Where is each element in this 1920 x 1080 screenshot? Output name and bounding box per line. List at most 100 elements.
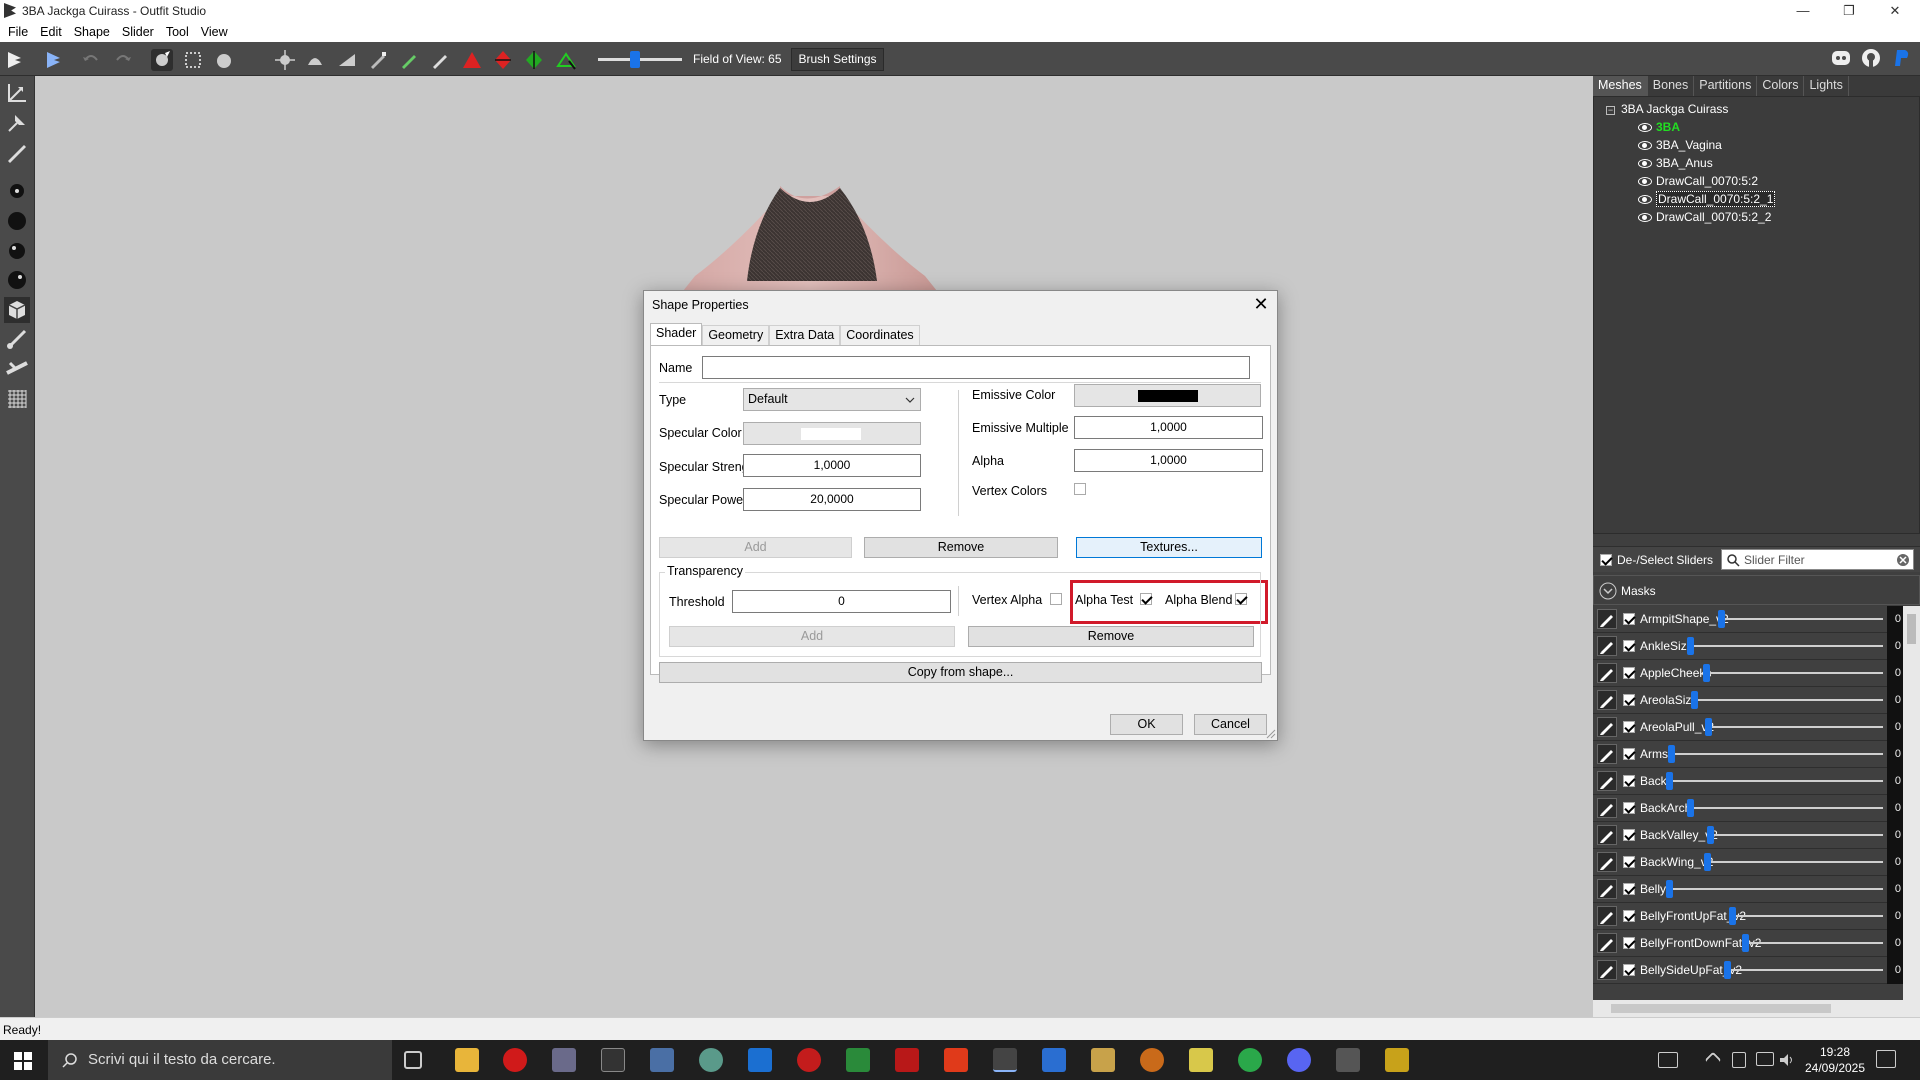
flip-edge-icon[interactable] [492, 49, 514, 71]
app-icon-19[interactable] [1336, 1048, 1360, 1072]
vertex-edit-icon[interactable] [555, 49, 577, 71]
slider-row[interactable]: AreolaPull_v2 0 [1593, 714, 1903, 741]
vertex-select-tool-icon[interactable] [4, 139, 30, 165]
windows-start-icon[interactable] [14, 1052, 32, 1070]
menu-edit[interactable]: Edit [36, 25, 70, 39]
pivot-tool-icon[interactable] [4, 110, 30, 136]
slider-checkbox[interactable] [1623, 910, 1635, 922]
slider-value[interactable]: 0 [1887, 714, 1903, 741]
mask-brush-icon[interactable] [182, 49, 204, 71]
ok-button[interactable]: OK [1110, 714, 1183, 735]
slider-list-horizontal-scrollbar[interactable] [1593, 1000, 1920, 1017]
edit-slider-pencil-icon[interactable] [1597, 663, 1617, 683]
edit-slider-pencil-icon[interactable] [1597, 609, 1617, 629]
slider-row[interactable]: AnkleSize 0 [1593, 633, 1903, 660]
edit-slider-pencil-icon[interactable] [1597, 744, 1617, 764]
chrome-icon[interactable] [1238, 1048, 1262, 1072]
slider-track[interactable] [1732, 915, 1883, 917]
slider-row[interactable]: BackWing_v2 0 [1593, 849, 1903, 876]
reference-logo-icon[interactable] [43, 49, 65, 71]
mesh-item[interactable]: 3BA [1638, 120, 1680, 134]
discord-icon[interactable] [1830, 47, 1852, 69]
keyboard-icon[interactable] [1658, 1052, 1678, 1068]
name-input[interactable] [702, 356, 1250, 379]
slider-value[interactable]: 0 [1887, 741, 1903, 768]
app-icon-6[interactable] [699, 1048, 723, 1072]
slider-checkbox[interactable] [1623, 667, 1635, 679]
brush-size-medium-icon[interactable] [4, 208, 30, 234]
task-view-icon[interactable] [404, 1051, 422, 1069]
network-icon[interactable] [1756, 1052, 1774, 1066]
eye-visibility-icon[interactable] [1638, 177, 1652, 187]
taskbar-clock[interactable]: 19:28 24/09/2025 [1800, 1044, 1870, 1076]
edit-slider-pencil-icon[interactable] [1597, 852, 1617, 872]
select-all-sliders-checkbox[interactable] [1600, 554, 1612, 566]
add-transparency-button[interactable]: Add [669, 626, 955, 647]
mesh-item[interactable]: 3BA_Anus [1638, 156, 1713, 170]
inflate-brush-icon[interactable] [213, 49, 235, 71]
slider-row[interactable]: ArmpitShape_v2 0 [1593, 606, 1903, 633]
alpha-brush-icon[interactable] [429, 49, 451, 71]
vertex-alpha-checkbox[interactable] [1050, 593, 1062, 605]
slider-thumb[interactable] [1742, 934, 1749, 952]
discord-taskbar-icon[interactable] [1287, 1048, 1311, 1072]
slider-value[interactable]: 0 [1887, 768, 1903, 795]
slider-row[interactable]: AreolaSize 0 [1593, 687, 1903, 714]
brush-focus-icon[interactable] [4, 267, 30, 293]
app-icon-4[interactable] [601, 1048, 625, 1072]
slider-track[interactable] [1671, 753, 1883, 755]
slider-checkbox[interactable] [1623, 775, 1635, 787]
vertex-colors-checkbox[interactable] [1074, 483, 1086, 495]
cube-view-icon[interactable] [4, 297, 30, 323]
slider-value[interactable]: 0 [1887, 687, 1903, 714]
slider-row[interactable]: Back 0 [1593, 768, 1903, 795]
slider-track[interactable] [1710, 834, 1883, 836]
slider-checkbox[interactable] [1623, 883, 1635, 895]
app-icon-7[interactable] [748, 1048, 772, 1072]
tab-lights[interactable]: Lights [1804, 76, 1849, 96]
brush-strength-icon[interactable] [4, 238, 30, 264]
bone-tool-icon[interactable] [4, 326, 30, 352]
slider-track[interactable] [1669, 780, 1883, 782]
alpha-blend-checkbox[interactable] [1235, 593, 1247, 605]
slider-row[interactable]: BellyFrontDownFat_v2 0 [1593, 930, 1903, 957]
slider-row[interactable]: AppleCheeks 0 [1593, 660, 1903, 687]
edit-slider-pencil-icon[interactable] [1597, 771, 1617, 791]
app-icon-20[interactable] [1385, 1048, 1409, 1072]
dialog-close-button[interactable]: ✕ [1249, 293, 1273, 317]
remove-transparency-button[interactable]: Remove [968, 626, 1254, 647]
brush-size-small-icon[interactable] [4, 178, 30, 204]
slider-track[interactable] [1745, 942, 1883, 944]
edit-slider-pencil-icon[interactable] [1597, 906, 1617, 926]
horizontal-scroll-thumb[interactable] [1611, 1004, 1831, 1013]
collapse-icon[interactable]: − [1606, 106, 1615, 115]
clear-filter-icon[interactable] [1896, 553, 1910, 567]
resize-grip-icon[interactable] [1266, 729, 1276, 739]
slider-checkbox[interactable] [1623, 937, 1635, 949]
github-icon[interactable] [1860, 47, 1882, 69]
color-brush-icon[interactable] [398, 49, 420, 71]
fov-slider-thumb[interactable] [630, 51, 640, 68]
slider-checkbox[interactable] [1623, 829, 1635, 841]
menu-slider[interactable]: Slider [118, 25, 162, 39]
device-icon[interactable] [1732, 1052, 1746, 1068]
slider-thumb[interactable] [1666, 880, 1673, 898]
slider-track[interactable] [1721, 618, 1883, 620]
slider-track[interactable] [1690, 807, 1883, 809]
app-icon-14[interactable] [1091, 1048, 1115, 1072]
textures-button[interactable]: Textures... [1076, 537, 1262, 558]
app-icon-9[interactable] [846, 1048, 870, 1072]
tab-geometry[interactable]: Geometry [702, 325, 770, 345]
volume-icon[interactable] [1779, 1052, 1795, 1068]
taskbar-search-box[interactable]: Scrivi qui il testo da cercare. [48, 1040, 392, 1080]
app-icon-13[interactable] [1042, 1048, 1066, 1072]
specular-color-button[interactable] [743, 422, 921, 445]
tab-shader[interactable]: Shader [650, 323, 703, 345]
slider-track[interactable] [1727, 969, 1883, 971]
edit-slider-pencil-icon[interactable] [1597, 717, 1617, 737]
slider-thumb[interactable] [1718, 610, 1725, 628]
slider-checkbox[interactable] [1623, 856, 1635, 868]
app-icon-15[interactable] [1140, 1048, 1164, 1072]
deflate-brush-icon[interactable] [243, 49, 265, 71]
notification-icon[interactable] [1876, 1050, 1896, 1068]
